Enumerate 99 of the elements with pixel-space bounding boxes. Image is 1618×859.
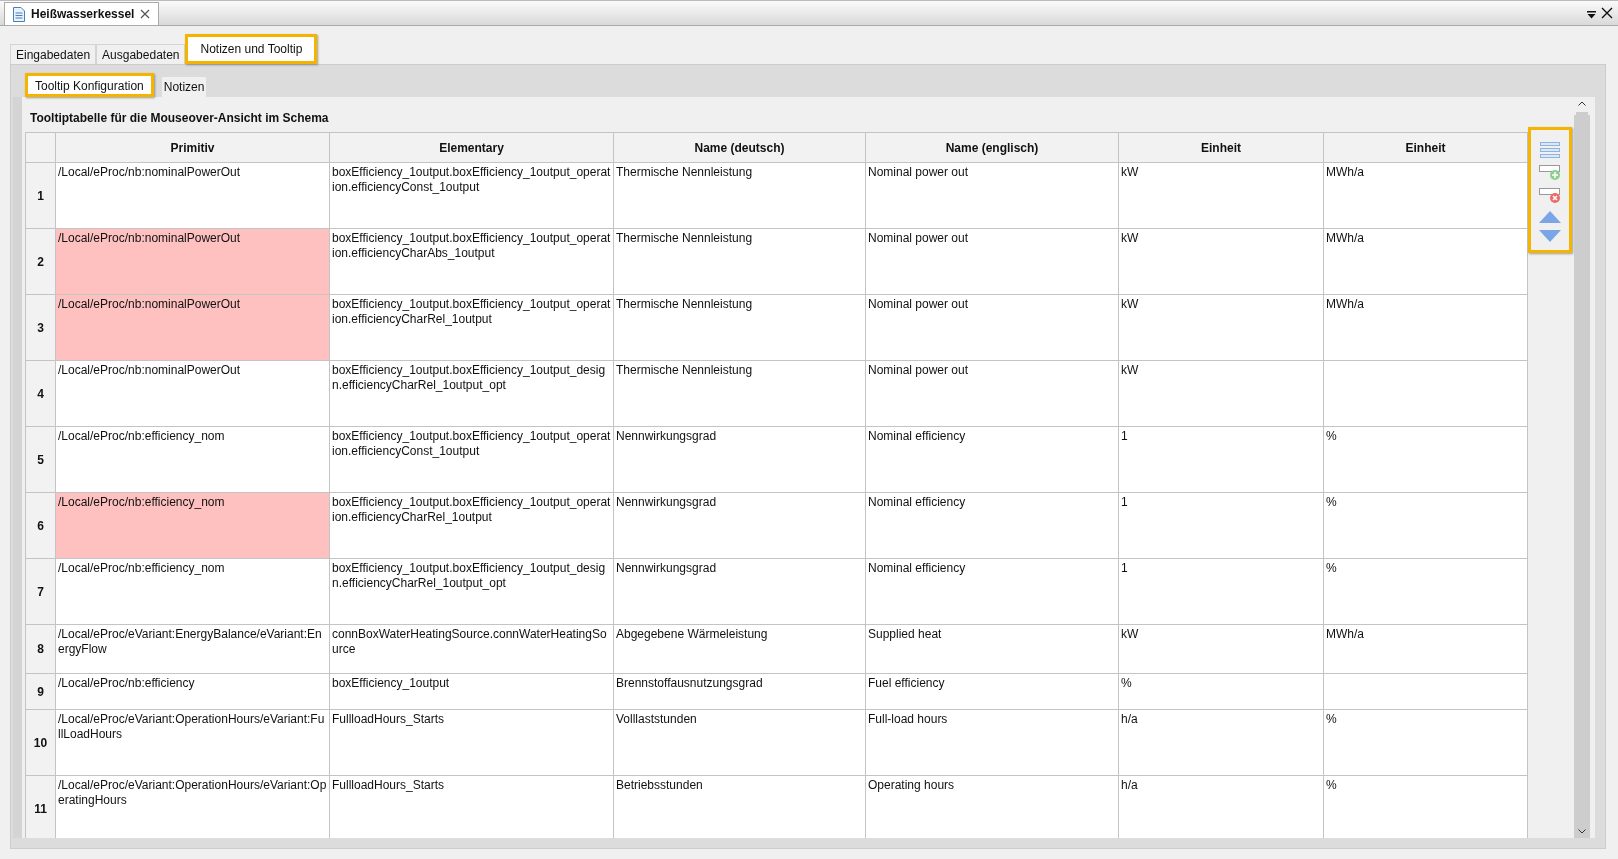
table-cell: % xyxy=(1323,558,1528,625)
table-cell: Nominal power out xyxy=(865,360,1119,427)
table-cell: h/a xyxy=(1118,775,1324,838)
table-cell: Fuel efficiency xyxy=(865,673,1119,710)
row-number: 3 xyxy=(25,294,56,361)
table-cell: Nennwirkungsgrad xyxy=(613,492,866,559)
table-cell: boxEfficiency_1output.boxEfficiency_1output_design.efficiencyCharRel_1output_opt xyxy=(329,558,614,625)
table-cell: Thermische Nennleistung xyxy=(613,228,866,295)
table-cell: % xyxy=(1323,775,1528,838)
table-cell: MWh/a xyxy=(1323,162,1528,229)
table-cell: Supplied heat xyxy=(865,624,1119,674)
table-cell: Volllaststunden xyxy=(613,709,866,776)
add-row-icon[interactable] xyxy=(1539,165,1561,181)
table-cell: kW xyxy=(1118,294,1324,361)
table-cell: Nominal power out xyxy=(865,228,1119,295)
column-header[interactable]: Name (deutsch) xyxy=(613,132,866,163)
table-cell: kW xyxy=(1118,624,1324,674)
table-cell: Nennwirkungsgrad xyxy=(613,558,866,625)
table-cell: kW xyxy=(1118,162,1324,229)
table-cell: Nominal efficiency xyxy=(865,492,1119,559)
table-cell: Nominal efficiency xyxy=(865,558,1119,625)
dropdown-icon[interactable] xyxy=(1587,10,1596,19)
table-cell: boxEfficiency_1output.boxEfficiency_1output_operation.efficiencyCharRel_1output xyxy=(329,294,614,361)
table-cell: /Local/eProc/eVariant:OperationHours/eVariant:OperatingHours xyxy=(55,775,330,838)
row-number: 11 xyxy=(25,775,56,838)
table-cell: /Local/eProc/nb:efficiency_nom xyxy=(55,558,330,625)
table-cell: boxEfficiency_1output.boxEfficiency_1output_operation.efficiencyConst_1output xyxy=(329,426,614,493)
row-number: 7 xyxy=(25,558,56,625)
table-cell: % xyxy=(1323,426,1528,493)
table-cell: Abgegebene Wärmeleistung xyxy=(613,624,866,674)
document-icon xyxy=(13,6,25,22)
row-number: 8 xyxy=(25,624,56,674)
tab[interactable]: Eingabedaten xyxy=(10,44,97,64)
section-title: Tooltiptabelle für die Mouseover-Ansicht im Schema xyxy=(29,110,330,127)
row-number: 1 xyxy=(25,162,56,229)
scroll-up-icon[interactable] xyxy=(1578,101,1586,106)
row-number: 5 xyxy=(25,426,56,493)
column-header[interactable]: Name (englisch) xyxy=(865,132,1119,163)
column-header[interactable]: Primitiv xyxy=(55,132,330,163)
table-cell: h/a xyxy=(1118,709,1324,776)
tab[interactable]: Tooltip Konfiguration xyxy=(25,73,154,97)
table-cell: 1 xyxy=(1118,426,1324,493)
tab[interactable]: Notizen xyxy=(161,77,207,97)
column-header[interactable]: Elementary xyxy=(329,132,614,163)
table-cell: Nennwirkungsgrad xyxy=(613,426,866,493)
table-cell: Nominal power out xyxy=(865,294,1119,361)
table-cell: FullloadHours_Starts xyxy=(329,709,614,776)
table-cell: /Local/eProc/nb:nominalPowerOut xyxy=(55,294,330,361)
document-tab[interactable]: Heißwasserkessel xyxy=(4,2,160,25)
table-cell: /Local/eProc/nb:nominalPowerOut xyxy=(55,360,330,427)
table-cell: Nominal efficiency xyxy=(865,426,1119,493)
table-cell: Thermische Nennleistung xyxy=(613,162,866,229)
down-arrow-icon[interactable] xyxy=(1539,230,1561,242)
table-cell: /Local/eProc/nb:nominalPowerOut xyxy=(55,162,330,229)
table-cell: kW xyxy=(1118,360,1324,427)
table-cell: Thermische Nennleistung xyxy=(613,360,866,427)
column-header[interactable]: Einheit xyxy=(1118,132,1324,163)
table-cell: Brennstoffausnutzungsgrad xyxy=(613,673,866,710)
table-cell: kW xyxy=(1118,228,1324,295)
table-cell: MWh/a xyxy=(1323,228,1528,295)
tab[interactable]: Notizen und Tooltip xyxy=(185,34,318,64)
table-cell: 1 xyxy=(1118,492,1324,559)
table-cell: Full-load hours xyxy=(865,709,1119,776)
tab[interactable]: Ausgabedaten xyxy=(96,44,186,64)
table-cell: boxEfficiency_1output.boxEfficiency_1output_operation.efficiencyCharAbs_1output xyxy=(329,228,614,295)
table-cell: connBoxWaterHeatingSource.connWaterHeatingSource xyxy=(329,624,614,674)
scroll-down-icon[interactable] xyxy=(1578,829,1586,834)
table-cell: MWh/a xyxy=(1323,294,1528,361)
table-cell: Thermische Nennleistung xyxy=(613,294,866,361)
table-cell: % xyxy=(1323,492,1528,559)
table-cell: Operating hours xyxy=(865,775,1119,838)
remove-row-icon[interactable] xyxy=(1539,188,1561,204)
table-cell: 1 xyxy=(1118,558,1324,625)
row-number: 9 xyxy=(25,673,56,710)
table-cell: /Local/eProc/nb:nominalPowerOut xyxy=(55,228,330,295)
close-icon[interactable] xyxy=(1601,7,1613,19)
table-cell: /Local/eProc/nb:efficiency_nom xyxy=(55,426,330,493)
table-cell: /Local/eProc/nb:efficiency_nom xyxy=(55,492,330,559)
list-icon[interactable] xyxy=(1540,142,1560,158)
table-cell: boxEfficiency_1output.boxEfficiency_1output_design.efficiencyCharRel_1output_opt xyxy=(329,360,614,427)
table-cell: Nominal power out xyxy=(865,162,1119,229)
table-cell: /Local/eProc/eVariant:EnergyBalance/eVariant:EnergyFlow xyxy=(55,624,330,674)
table-cell: boxEfficiency_1output xyxy=(329,673,614,710)
table-cell: boxEfficiency_1output.boxEfficiency_1output_operation.efficiencyConst_1output xyxy=(329,162,614,229)
document-title: Heißwasserkessel xyxy=(31,7,135,21)
table-cell: boxEfficiency_1output.boxEfficiency_1output_operation.efficiencyCharRel_1output xyxy=(329,492,614,559)
table-cell: % xyxy=(1118,673,1324,710)
up-arrow-icon[interactable] xyxy=(1539,211,1561,223)
table-cell: % xyxy=(1323,709,1528,776)
row-number: 6 xyxy=(25,492,56,559)
table-cell: MWh/a xyxy=(1323,624,1528,674)
table-cell: /Local/eProc/eVariant:OperationHours/eVariant:FullLoadHours xyxy=(55,709,330,776)
table-cell: /Local/eProc/nb:efficiency xyxy=(55,673,330,710)
row-number: 2 xyxy=(25,228,56,295)
header-corner xyxy=(25,132,56,163)
close-icon[interactable] xyxy=(140,9,151,19)
column-header[interactable]: Einheit xyxy=(1323,132,1528,163)
row-number: 10 xyxy=(25,709,56,776)
row-number: 4 xyxy=(25,360,56,427)
